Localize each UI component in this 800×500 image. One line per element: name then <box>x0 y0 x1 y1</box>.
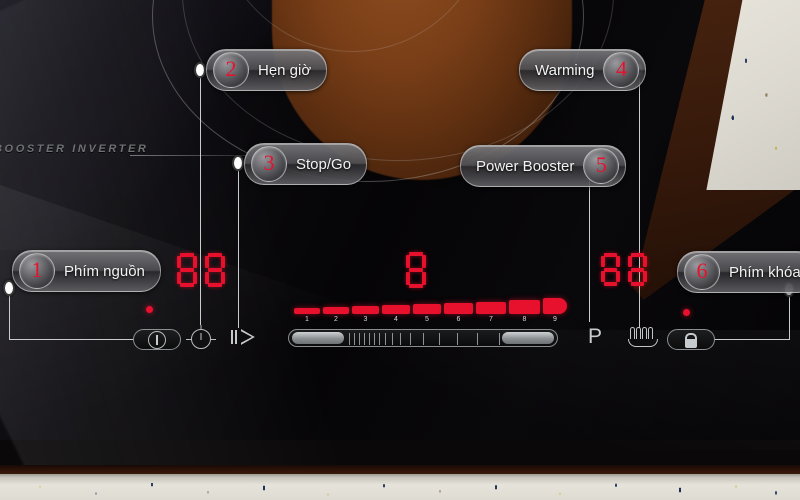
clock-tick-top <box>200 325 202 330</box>
timer-clock-icon[interactable] <box>186 325 216 349</box>
callout-6-label: Phím khóa <box>729 263 800 281</box>
power-indicator-dot <box>146 306 153 313</box>
power-booster-p-icon[interactable]: P <box>588 325 602 349</box>
leader-line-3-vertical <box>238 170 239 328</box>
level-bar-label-9: 9 <box>553 316 557 323</box>
slider-tick-marks <box>349 331 500 346</box>
timer-digit-1 <box>205 253 225 287</box>
countertop-front <box>0 478 800 500</box>
callout-2-timer[interactable]: 2 Hẹn giờ <box>206 49 328 91</box>
callout-6-number: 6 <box>684 254 720 290</box>
play-triangle-icon <box>241 329 255 345</box>
callout-2-label: Hẹn giờ <box>258 61 312 79</box>
power-button-icon[interactable] <box>133 329 181 350</box>
callout-3-stop-go[interactable]: 3 Stop/Go <box>244 143 368 185</box>
right-digit-1 <box>628 253 647 286</box>
lock-body <box>685 339 697 348</box>
warm-wave-1 <box>630 327 635 339</box>
child-lock-icon[interactable] <box>667 329 715 350</box>
callout-4-warming[interactable]: 4 Warming <box>519 49 647 91</box>
wood-trim-front <box>0 465 800 474</box>
zone-digit-0 <box>406 252 426 288</box>
level-bar-1: 1 <box>294 308 320 323</box>
timer-digit-0 <box>177 253 197 287</box>
booster-underline <box>130 155 250 156</box>
level-bar-label-7: 7 <box>489 316 493 323</box>
level-bar-8: 8 <box>509 300 540 323</box>
zone-level-display <box>406 252 426 288</box>
level-bar-label-5: 5 <box>425 316 429 323</box>
callout-5-label: Power Booster <box>476 157 575 175</box>
callout-5-number: 5 <box>583 148 620 184</box>
clock-tick-left <box>186 339 192 340</box>
lock-indicator-dot <box>683 309 690 316</box>
callout-3-label: Stop/Go <box>296 155 352 173</box>
level-bar-3: 3 <box>352 306 379 323</box>
callout-4-label: Warming <box>535 61 595 79</box>
pause-play-icon[interactable] <box>231 330 237 344</box>
right-display <box>601 253 647 286</box>
callout-1-label: Phím nguồn <box>64 262 145 280</box>
level-bar-label-1: 1 <box>305 316 309 323</box>
power-bar <box>156 334 158 345</box>
timer-display <box>177 253 225 287</box>
callout-node-2 <box>194 62 206 78</box>
pause-bar-2 <box>235 330 237 344</box>
leader-line-4-vertical <box>639 78 640 328</box>
level-bar-2: 2 <box>323 307 349 323</box>
callout-node-1 <box>3 280 15 296</box>
callout-3-number: 3 <box>251 146 287 182</box>
callout-6-child-lock[interactable]: 6 Phím khóa <box>677 251 800 293</box>
callout-5-power-booster[interactable]: 5 Power Booster <box>460 145 627 187</box>
callout-node-3 <box>232 155 244 171</box>
callout-4-number: 4 <box>603 52 640 88</box>
level-bar-6: 6 <box>444 303 473 323</box>
clock-tick-right <box>210 339 216 340</box>
level-bar-label-3: 3 <box>363 316 368 323</box>
pause-bar-1 <box>231 330 233 344</box>
slider-handle-right[interactable] <box>502 332 554 344</box>
warm-wave-3 <box>642 327 647 339</box>
level-bar-9: 9 <box>543 298 567 323</box>
keep-warm-coil-icon[interactable] <box>628 327 658 347</box>
right-digit-0 <box>601 253 620 286</box>
booster-inverter-label: BOOSTER INVERTER <box>0 143 149 155</box>
level-bar-7: 7 <box>476 302 506 323</box>
level-bar-label-4: 4 <box>394 316 398 323</box>
level-bar-label-6: 6 <box>456 316 461 323</box>
warm-wave-4 <box>648 327 653 339</box>
leader-line-1-horizontal <box>9 339 133 340</box>
warm-dish <box>628 339 658 347</box>
callout-2-number: 2 <box>213 52 249 88</box>
level-bar-label-2: 2 <box>334 316 338 323</box>
level-bar-4: 4 <box>382 305 410 323</box>
leader-line-2-vertical <box>200 77 201 325</box>
power-level-slider[interactable] <box>288 329 558 347</box>
slider-handle-left[interactable] <box>292 332 344 344</box>
cooktop-screenshot: BOOSTER INVERTER 1 2 3 4 5 6 7 8 9 P 1 P… <box>0 0 800 500</box>
warm-wave-2 <box>636 327 641 339</box>
leader-line-5-vertical <box>589 170 590 322</box>
callout-1-number: 1 <box>19 253 55 289</box>
callout-1-power-key[interactable]: 1 Phím nguồn <box>12 250 161 292</box>
level-bar-label-8: 8 <box>522 316 527 323</box>
level-bar-5: 5 <box>413 304 441 323</box>
power-level-indicator-bars: 1 2 3 4 5 6 7 8 9 <box>294 296 567 323</box>
